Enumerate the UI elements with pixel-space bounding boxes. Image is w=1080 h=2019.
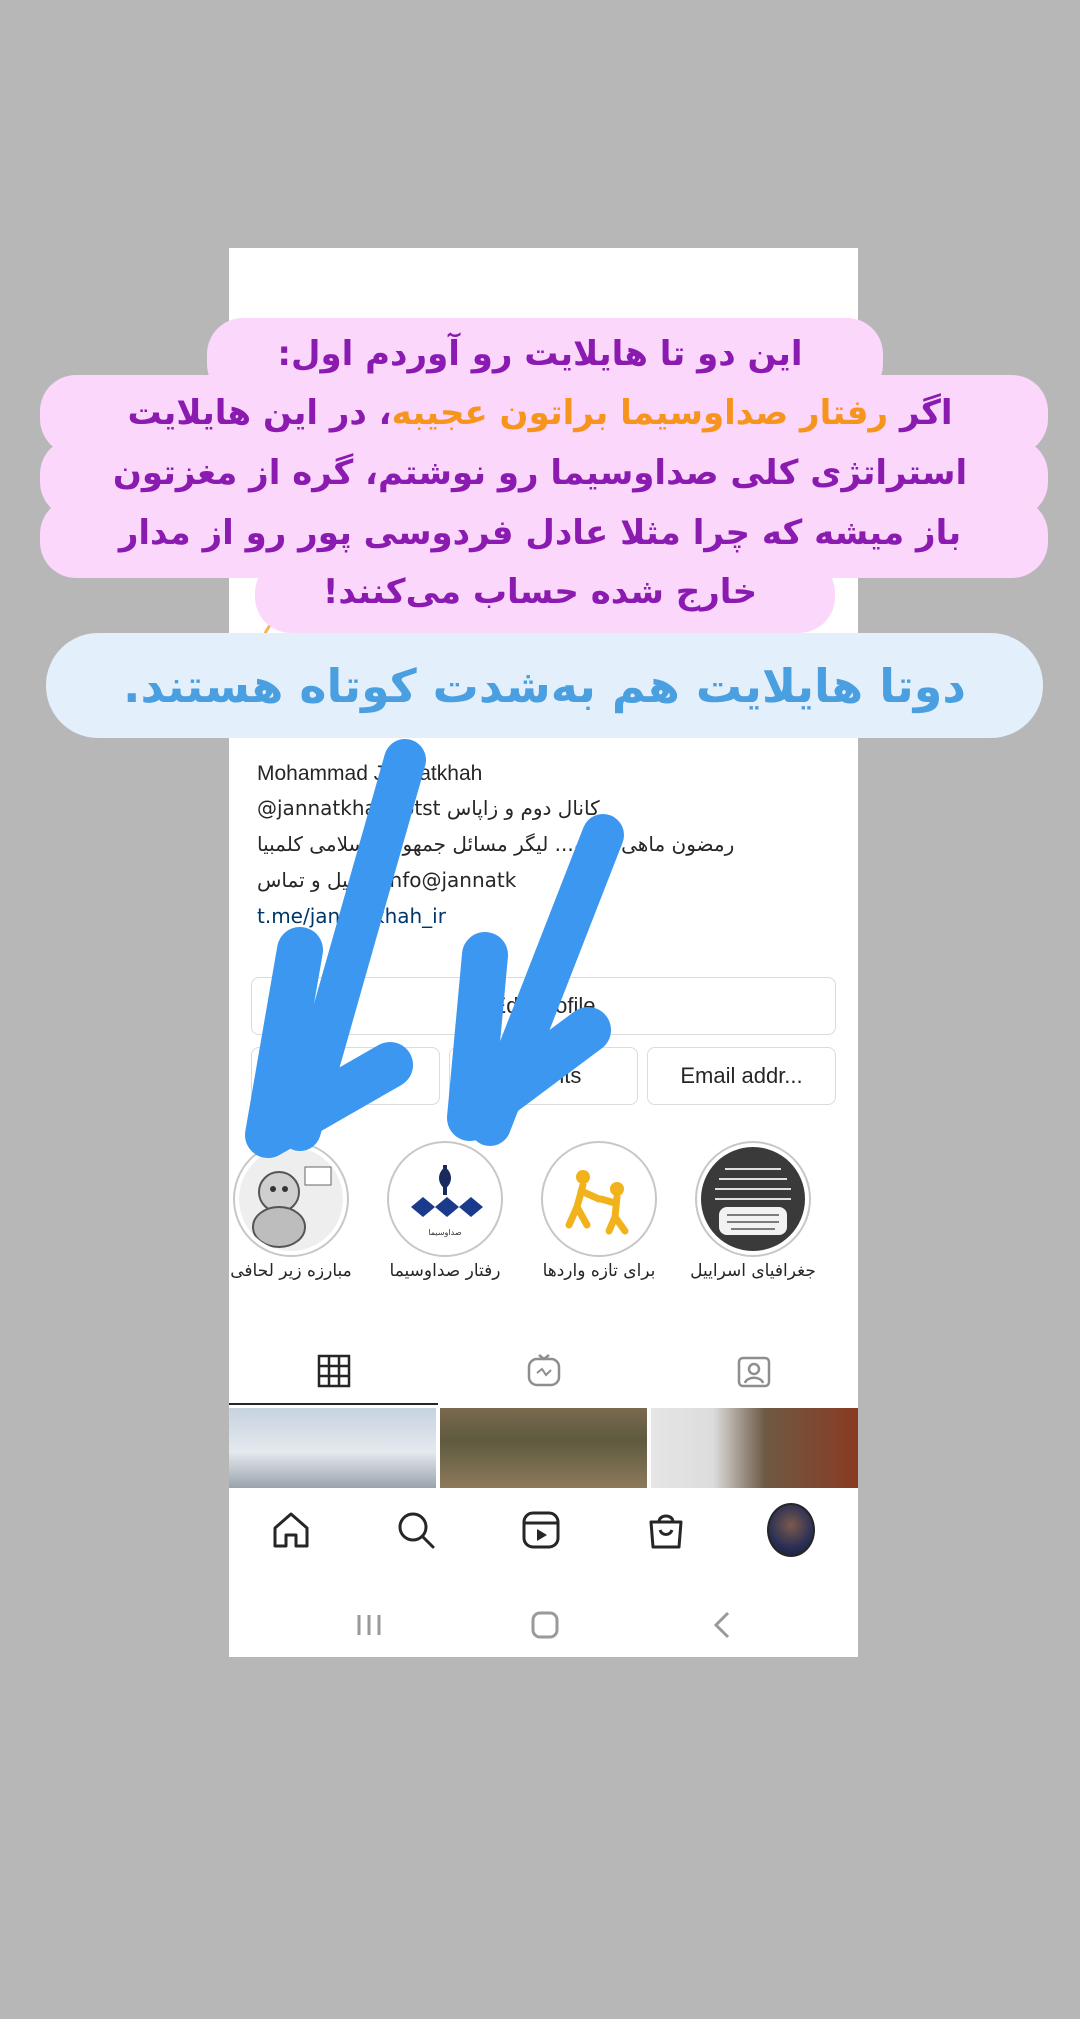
tab-reels[interactable] <box>439 1339 648 1403</box>
svg-text:صداوسیما: صداوسیما <box>428 1228 461 1237</box>
shop-icon[interactable] <box>642 1506 690 1554</box>
caption-highlight: رفتار صداوسیما براتون عجیبه <box>391 393 889 433</box>
tab-grid[interactable] <box>229 1339 438 1405</box>
highlight-4-label: جغرافیای اسراییل <box>690 1261 816 1281</box>
post-thumbnail[interactable] <box>229 1408 436 1488</box>
home-button-icon[interactable] <box>515 1605 575 1645</box>
back-icon[interactable] <box>692 1605 752 1645</box>
highlight-4[interactable]: جغرافیای اسراییل <box>678 1141 828 1281</box>
text-image-icon <box>701 1147 805 1251</box>
caption-line-2: اگر رفتار صداوسیما براتون عجیبه، در این … <box>127 393 953 433</box>
tab-tagged[interactable] <box>649 1339 858 1403</box>
reels-icon[interactable] <box>517 1506 565 1554</box>
igtv-icon <box>527 1354 560 1387</box>
highlight-3-label: برای تازه واردها <box>542 1261 656 1281</box>
irib-logo-icon: صداوسیما <box>393 1147 497 1251</box>
caption-line-5: خارج شده حساب می‌کنند! <box>322 572 758 612</box>
highlight-3[interactable]: برای تازه واردها <box>524 1141 674 1281</box>
caption-line-4: باز میشه که چرا مثلا عادل فردوسی پور رو … <box>118 513 962 553</box>
post-thumbnail[interactable] <box>651 1408 858 1488</box>
highlight-2[interactable]: صداوسیما رفتار صداوسیما <box>370 1141 520 1281</box>
home-icon[interactable] <box>267 1506 315 1554</box>
cartoon-icon <box>239 1147 343 1251</box>
bio-line-2: رمضون ماهی مغرو... لیگر مسائل جمهوری اسل… <box>257 832 735 856</box>
caption-line-3: استراتژی کلی صداوسیما رو نوشتم، گره از م… <box>112 453 968 493</box>
caption-line-1: این دو تا هایلایت رو آوردم اول: <box>277 334 803 374</box>
profile-link[interactable]: t.me/jannatkhah_ir <box>257 904 446 928</box>
promotions-button[interactable]: Promotions <box>251 1047 440 1105</box>
profile-name: Mohammad Jannatkhah <box>257 762 483 785</box>
grid-icon <box>317 1354 350 1388</box>
post-thumbnail[interactable] <box>440 1408 647 1488</box>
highlight-1-label: مبارزه زیر لحافی <box>230 1261 352 1281</box>
note-text: دوتا هایلایت هم به‌شدت کوتاه هستند. <box>123 658 966 713</box>
highlight-1[interactable]: مبارزه زیر لحافی <box>229 1141 366 1281</box>
bio-line-1: @jannatkhahdotst کانال دوم و زاپاس <box>257 796 600 820</box>
insights-button[interactable]: Insights <box>449 1047 638 1105</box>
email-button[interactable]: Email addr... <box>647 1047 836 1105</box>
recent-apps-icon[interactable] <box>339 1605 399 1645</box>
bio-line-3: ایمیل و تماس: info@jannatk <box>257 868 517 892</box>
profile-avatar-icon[interactable] <box>767 1503 815 1557</box>
tagged-icon <box>737 1356 770 1388</box>
edit-profile-button[interactable]: Edit profile <box>251 977 836 1035</box>
search-icon[interactable] <box>392 1506 440 1554</box>
highlight-2-label: رفتار صداوسیما <box>389 1261 501 1281</box>
helping-hand-icon <box>547 1147 651 1251</box>
